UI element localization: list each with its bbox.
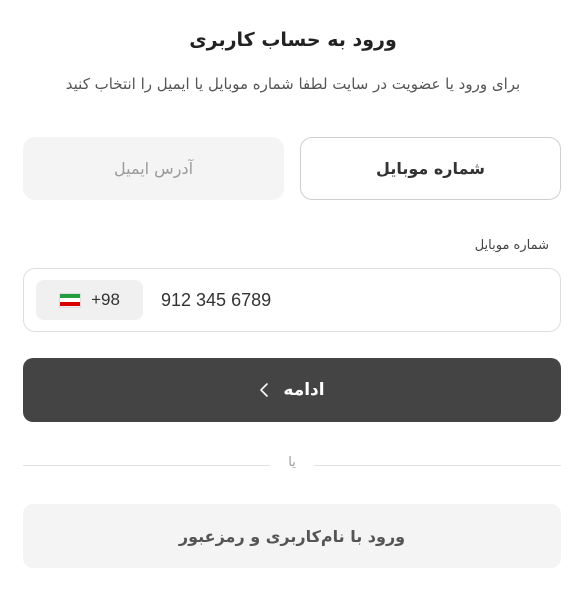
or-divider: یا bbox=[23, 455, 561, 475]
divider-text: یا bbox=[288, 455, 296, 470]
iran-flag-icon bbox=[59, 292, 82, 308]
username-login-button[interactable]: ورود با نام‌کاربری و رمزعبور bbox=[23, 504, 561, 568]
country-code: +98 bbox=[91, 290, 120, 309]
phone-field-label: شماره موبایل bbox=[474, 238, 549, 253]
chevron-left-icon bbox=[260, 383, 269, 397]
login-method-tabs: شماره موبایل آدرس ایمیل bbox=[23, 137, 561, 200]
page-title: ورود به حساب کاربری bbox=[189, 29, 397, 51]
continue-label: ادامه bbox=[283, 380, 325, 400]
page-subtitle: برای ورود یا عضویت در سایت لطفا شماره مو… bbox=[65, 75, 521, 93]
phone-input[interactable] bbox=[161, 279, 541, 321]
tab-email[interactable]: آدرس ایمیل bbox=[23, 137, 284, 200]
country-code-selector[interactable]: +98 bbox=[36, 280, 143, 320]
phone-field: +98 bbox=[23, 268, 561, 332]
continue-button[interactable]: ادامه bbox=[23, 358, 561, 422]
tab-mobile[interactable]: شماره موبایل bbox=[300, 137, 561, 200]
